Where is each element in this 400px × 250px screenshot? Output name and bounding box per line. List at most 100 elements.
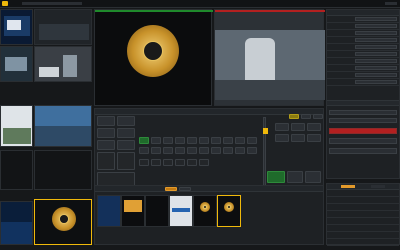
switcher-button[interactable]	[117, 140, 135, 150]
preview-bus-button-4[interactable]	[175, 147, 185, 154]
media-item-3[interactable]	[145, 195, 169, 227]
property-value[interactable]	[355, 38, 397, 42]
media-tab-1[interactable]	[165, 187, 177, 191]
media-list-item[interactable]	[327, 218, 399, 225]
media-list-item[interactable]	[327, 204, 399, 211]
switcher-button[interactable]	[117, 116, 135, 126]
preview-bus-button-7[interactable]	[211, 147, 221, 154]
transition-extra-button[interactable]	[305, 171, 321, 183]
source-tile-9[interactable]	[0, 201, 33, 245]
media-list-item[interactable]	[327, 225, 399, 232]
cut-button[interactable]	[287, 171, 303, 183]
source-tile-10[interactable]	[34, 199, 92, 245]
transition-option-button[interactable]	[275, 123, 289, 131]
source-tile-3[interactable]	[0, 46, 33, 82]
media-item-1[interactable]	[97, 195, 121, 227]
properties-field[interactable]	[329, 118, 397, 123]
switcher-button[interactable]	[117, 152, 135, 170]
media-item-4[interactable]	[169, 195, 193, 227]
preview-bus-button-1[interactable]	[139, 147, 149, 154]
program-bus-button-10[interactable]	[247, 137, 257, 144]
title-bar-strip	[22, 2, 82, 5]
transition-type-button[interactable]	[289, 114, 299, 119]
transition-type-button[interactable]	[313, 114, 323, 119]
source-tile-8[interactable]	[34, 150, 92, 190]
media-list-item[interactable]	[327, 197, 399, 204]
source-tile-2[interactable]	[34, 9, 92, 45]
property-value[interactable]	[355, 52, 397, 56]
property-value[interactable]	[355, 80, 397, 84]
aux-button[interactable]	[175, 159, 185, 166]
properties-field[interactable]	[329, 148, 397, 154]
program-desk	[215, 80, 325, 100]
window-controls[interactable]	[385, 2, 397, 5]
screen-content	[39, 67, 59, 77]
program-bus-button-2[interactable]	[151, 137, 161, 144]
aux-button[interactable]	[163, 159, 173, 166]
property-row	[327, 30, 399, 37]
aux-button[interactable]	[199, 159, 209, 166]
property-value[interactable]	[355, 24, 397, 28]
preview-bus-button-5[interactable]	[187, 147, 197, 154]
source-tile-7[interactable]	[0, 150, 33, 190]
transition-option-button[interactable]	[307, 123, 321, 131]
source-tile-6[interactable]	[34, 105, 92, 147]
property-value[interactable]	[355, 59, 397, 63]
program-bus-button-5[interactable]	[187, 137, 197, 144]
aux-button[interactable]	[187, 159, 197, 166]
transition-type-button[interactable]	[301, 114, 311, 119]
media-list-tab-active[interactable]	[341, 185, 355, 188]
property-row	[327, 23, 399, 30]
switcher-button[interactable]	[97, 152, 115, 170]
program-bus-button-6[interactable]	[199, 137, 209, 144]
preview-bus-button-6[interactable]	[199, 147, 209, 154]
program-bus-button-3[interactable]	[163, 137, 173, 144]
preview-bus-button-10[interactable]	[247, 147, 257, 154]
source-tile-1[interactable]	[0, 9, 33, 45]
program-bus-button-1[interactable]	[139, 137, 149, 144]
property-value[interactable]	[355, 66, 397, 70]
media-list-panel	[326, 183, 400, 246]
switcher-button[interactable]	[97, 128, 115, 138]
properties-field[interactable]	[329, 128, 397, 134]
transition-option-button[interactable]	[291, 123, 305, 131]
media-item-6[interactable]	[217, 195, 241, 227]
media-list-item[interactable]	[327, 232, 399, 239]
program-bus-button-7[interactable]	[211, 137, 221, 144]
property-value[interactable]	[355, 17, 397, 21]
tbar-handle[interactable]	[263, 128, 268, 134]
media-list-item[interactable]	[327, 211, 399, 218]
switcher-button[interactable]	[97, 116, 115, 126]
screen-content	[7, 20, 21, 30]
source-tile-5[interactable]	[0, 105, 33, 147]
properties-field[interactable]	[329, 138, 397, 144]
preview-bus-button-2[interactable]	[151, 147, 161, 154]
media-item-2[interactable]	[121, 195, 145, 227]
transition-option-button[interactable]	[307, 134, 321, 142]
preview-bus-button-9[interactable]	[235, 147, 245, 154]
switcher-button[interactable]	[97, 140, 115, 150]
source-tile-4[interactable]	[34, 46, 92, 82]
aux-button[interactable]	[139, 159, 149, 166]
media-item-5[interactable]	[193, 195, 217, 227]
auto-transition-button[interactable]	[267, 171, 285, 183]
media-list-tab[interactable]	[371, 185, 385, 188]
program-bus-button-8[interactable]	[223, 137, 233, 144]
program-bus-button-4[interactable]	[175, 137, 185, 144]
preview-bus-button-8[interactable]	[223, 147, 233, 154]
preview-bus-button-3[interactable]	[163, 147, 173, 154]
program-bus-button-9[interactable]	[235, 137, 245, 144]
property-value[interactable]	[355, 73, 397, 77]
transition-option-button[interactable]	[291, 134, 305, 142]
media-list-item[interactable]	[327, 190, 399, 197]
property-value[interactable]	[355, 31, 397, 35]
property-value[interactable]	[355, 45, 397, 49]
property-row	[327, 44, 399, 51]
media-tab-2[interactable]	[179, 187, 191, 191]
aux-button[interactable]	[151, 159, 161, 166]
tbar-track[interactable]	[263, 117, 268, 187]
transition-option-button[interactable]	[275, 134, 289, 142]
media-list-item[interactable]	[327, 239, 399, 246]
switcher-button[interactable]	[117, 128, 135, 138]
properties-field[interactable]	[329, 110, 397, 115]
